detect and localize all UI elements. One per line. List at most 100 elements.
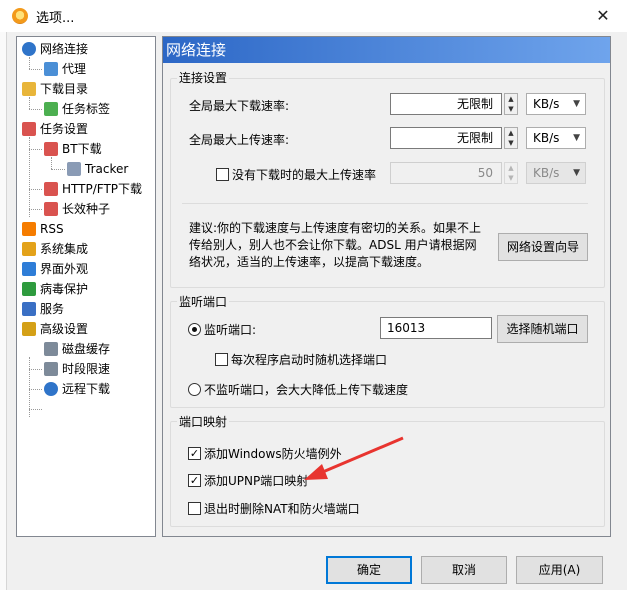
tree-item[interactable]: HTTP/FTP下载 <box>44 179 142 199</box>
clipboard-icon <box>44 142 58 156</box>
spin-down-icon[interactable]: ▼ <box>505 173 517 183</box>
ok-button[interactable]: 确定 <box>326 556 412 584</box>
options-tree[interactable]: 网络连接代理下载目录任务标签 任务设置 BT下载 Tracker HTTP/FTP下载长… <box>16 36 156 537</box>
random-each-start-label: 每次程序启动时随机选择端口 <box>231 353 388 367</box>
port-mapping-legend: 端口映射 <box>177 413 230 430</box>
tree-item-label: 下载目录 <box>40 82 89 96</box>
tree-item[interactable]: 远程下载 <box>44 379 110 399</box>
palette-icon <box>22 262 36 276</box>
remote-icon <box>44 382 58 396</box>
folder-icon <box>22 82 36 96</box>
tree-item[interactable]: RSS <box>22 219 64 239</box>
clipboard-icon <box>44 202 58 216</box>
tree-item[interactable]: 长效种子 <box>44 199 110 219</box>
tree-item[interactable]: 任务设置 <box>22 119 88 139</box>
tree-item[interactable]: 时段限速 <box>44 359 110 379</box>
remove-on-exit-checkbox[interactable] <box>188 502 201 515</box>
listen-port-input[interactable]: 16013 <box>380 317 492 339</box>
tree-item-label: HTTP/FTP下载 <box>62 182 143 196</box>
network-icon <box>44 62 58 76</box>
max-upload-stepper[interactable]: ▲ ▼ <box>504 127 518 149</box>
advanced-icon <box>22 322 36 336</box>
listen-port-legend: 监听端口 <box>177 293 230 310</box>
max-download-unit-select[interactable]: KB/s ▼ <box>526 93 586 115</box>
max-upload-unit: KB/s <box>533 131 560 145</box>
random-port-button[interactable]: 选择随机端口 <box>497 315 588 343</box>
idle-upload-checkbox[interactable] <box>216 168 229 181</box>
tree-item[interactable]: 界面外观 <box>22 259 88 279</box>
tree-item[interactable]: 磁盘缓存 <box>44 339 110 359</box>
panel-title: 网络连接 <box>163 37 610 63</box>
tree-item[interactable]: 高级设置 <box>22 319 88 339</box>
tree-item[interactable]: 代理 <box>44 59 86 79</box>
chevron-down-icon: ▼ <box>573 168 580 178</box>
tree-connector <box>29 57 30 69</box>
tree-item-label: 长效种子 <box>62 202 111 216</box>
tree-item-label: 病毒保护 <box>40 282 89 296</box>
spin-up-icon[interactable]: ▲ <box>505 163 517 173</box>
spin-down-icon[interactable]: ▼ <box>505 104 517 114</box>
tree-item[interactable]: BT下载 <box>44 139 102 159</box>
max-upload-input[interactable]: 无限制 <box>390 127 502 149</box>
tree-item[interactable]: 网络连接 <box>22 39 88 59</box>
tree-item[interactable]: 系统集成 <box>22 239 88 259</box>
spin-down-icon[interactable]: ▼ <box>505 138 517 148</box>
apply-button[interactable]: 应用(A) <box>516 556 603 584</box>
disk-icon <box>44 342 58 356</box>
tree-item[interactable]: 服务 <box>22 299 64 319</box>
chevron-down-icon: ▼ <box>573 99 580 109</box>
app-logo-icon <box>12 8 28 24</box>
tree-item[interactable]: 任务标签 <box>44 99 110 119</box>
clipboard-icon <box>22 122 36 136</box>
tree-connector <box>29 149 42 150</box>
firewall-exception-checkbox[interactable]: ✓ <box>188 447 201 460</box>
tree-item-label: 远程下载 <box>62 382 111 396</box>
tree-item-label: 网络连接 <box>40 42 89 56</box>
tree-item[interactable]: 下载目录 <box>22 79 88 99</box>
listen-port-radio[interactable] <box>188 323 201 336</box>
integration-icon <box>22 242 36 256</box>
clock-icon <box>44 362 58 376</box>
chevron-down-icon: ▼ <box>573 133 580 143</box>
remove-on-exit-label: 退出时删除NAT和防火墙端口 <box>204 502 360 516</box>
title-bar <box>0 0 627 32</box>
no-listen-radio[interactable] <box>188 383 201 396</box>
window-title: 选项... <box>36 11 75 26</box>
random-each-start-checkbox[interactable] <box>215 353 228 366</box>
no-listen-label: 不监听端口，会大大降低上传下载速度 <box>204 383 409 397</box>
idle-upload-stepper[interactable]: ▲ ▼ <box>504 162 518 184</box>
tree-connector <box>29 357 30 417</box>
close-icon[interactable]: ✕ <box>590 4 616 28</box>
tree-item[interactable]: 病毒保护 <box>22 279 88 299</box>
network-wizard-button[interactable]: 网络设置向导 <box>498 233 588 261</box>
tree-item-label: 高级设置 <box>40 322 89 336</box>
idle-upload-input[interactable]: 50 <box>390 162 502 184</box>
spin-up-icon[interactable]: ▲ <box>505 128 517 138</box>
tree-connector <box>29 409 42 410</box>
max-download-stepper[interactable]: ▲ ▼ <box>504 93 518 115</box>
tree-connector <box>51 157 52 169</box>
max-upload-unit-select[interactable]: KB/s ▼ <box>526 127 586 149</box>
shield-icon <box>22 282 36 296</box>
connection-settings-legend: 连接设置 <box>177 69 230 86</box>
max-download-input[interactable]: 无限制 <box>390 93 502 115</box>
tree-item-label: Tracker <box>85 162 129 176</box>
cancel-button[interactable]: 取消 <box>421 556 507 584</box>
divider <box>182 203 588 204</box>
listen-port-label: 监听端口: <box>204 323 257 337</box>
tree-connector <box>29 209 42 210</box>
advice-text-line1: 建议:你的下载速度与上传速度有密切的关系。如果不上 <box>189 221 482 235</box>
tree-item-label: 系统集成 <box>40 242 89 256</box>
tree-item-label: 代理 <box>62 62 87 76</box>
upnp-checkbox[interactable]: ✓ <box>188 474 201 487</box>
tree-item-label: 磁盘缓存 <box>62 342 111 356</box>
tree-item[interactable]: Tracker <box>67 159 128 179</box>
max-download-label: 全局最大下载速率: <box>189 99 290 113</box>
idle-upload-unit-select[interactable]: KB/s ▼ <box>526 162 586 184</box>
advice-text-line2: 传给别人，别人也不会让你下载。ADSL 用户请根据网 <box>189 238 477 252</box>
tree-item-label: RSS <box>40 222 64 236</box>
idle-upload-label: 没有下载时的最大上传速率 <box>232 168 377 182</box>
clipboard-icon <box>44 182 58 196</box>
max-download-unit: KB/s <box>533 97 560 111</box>
spin-up-icon[interactable]: ▲ <box>505 94 517 104</box>
